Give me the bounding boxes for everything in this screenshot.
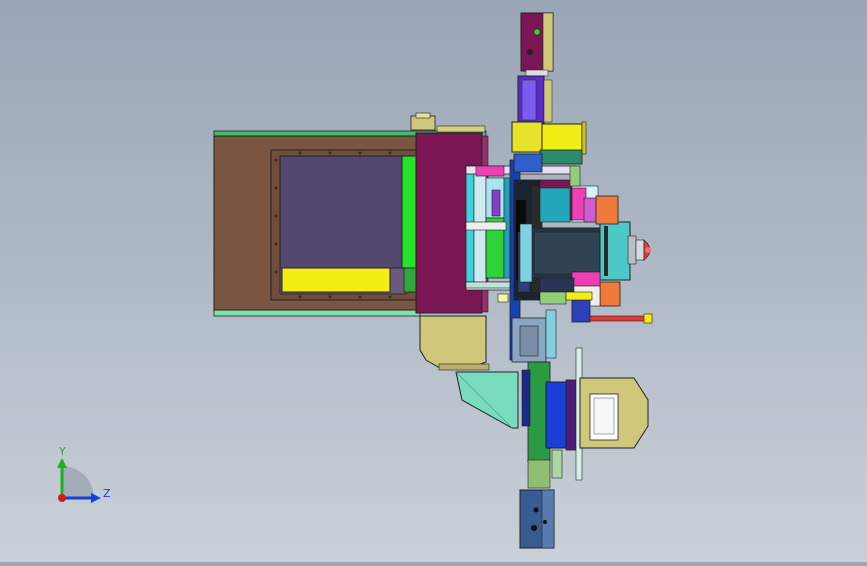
triad-quadrant: [62, 466, 94, 498]
machine-assembly-drawing: Y Z: [57, 12, 653, 549]
lower-column: [511, 309, 583, 489]
teal-hopper: [455, 371, 519, 429]
y-axis-label: Y: [58, 445, 66, 458]
yellow-motor: [511, 121, 587, 187]
z-axis-label: Z: [103, 487, 111, 500]
triad-origin: [58, 494, 66, 502]
yellow-plate: [281, 267, 391, 293]
bottom-plate: [519, 489, 555, 549]
coordinate-triad: Y Z: [57, 445, 111, 503]
housing-window: [279, 155, 407, 269]
y-axis-arrow: [57, 458, 67, 468]
cad-viewport[interactable]: Y Z: [0, 0, 867, 562]
green-side-plate-lower: [403, 267, 417, 293]
top-shaft-assembly: [517, 12, 554, 125]
right-knob: [627, 235, 651, 265]
right-khaki-frame: [579, 377, 649, 449]
top-cylinder: [410, 112, 486, 133]
z-axis-arrow: [91, 493, 101, 503]
lower-bracket: [419, 315, 490, 371]
green-side-plate: [401, 155, 417, 269]
